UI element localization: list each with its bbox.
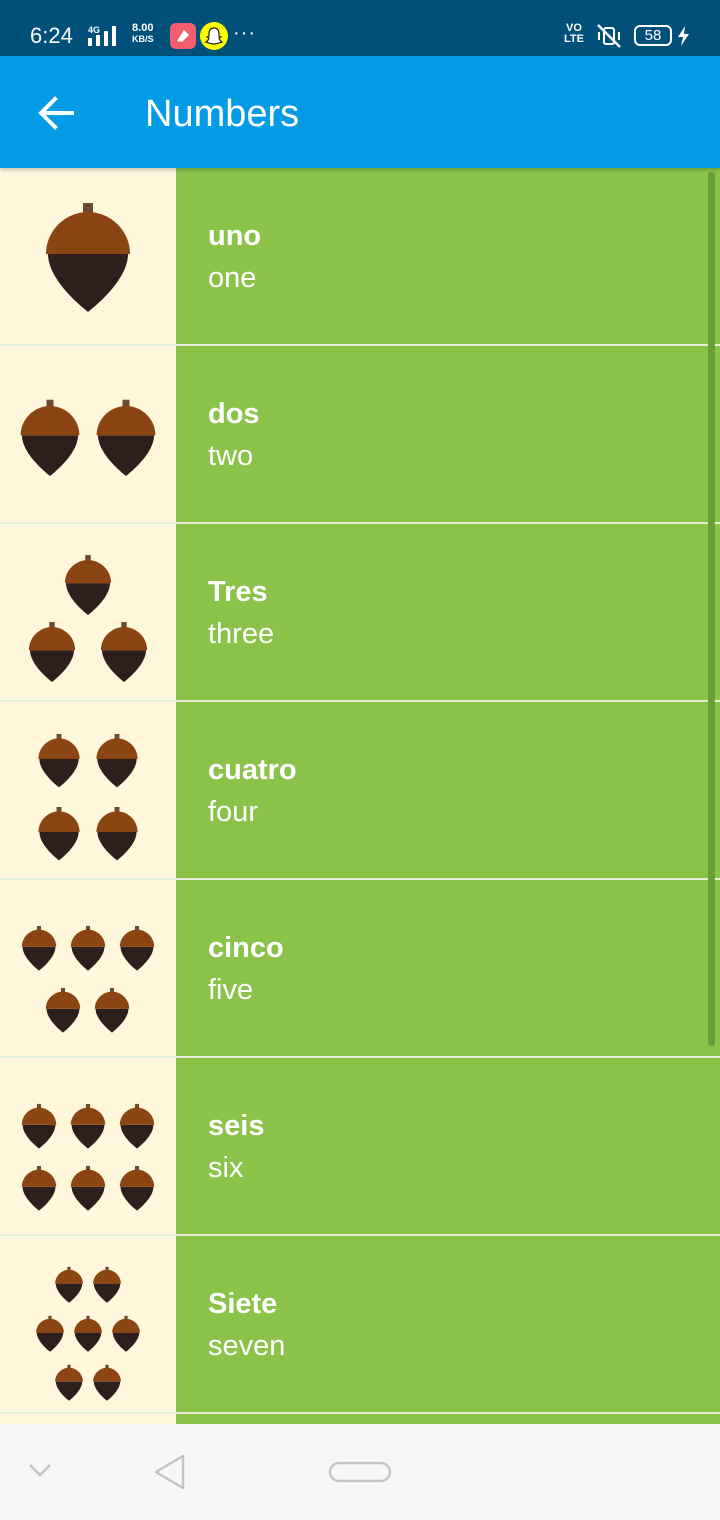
spanish-word: seis [208,1110,265,1142]
english-word: six [208,1152,244,1184]
item-text: seis six [208,1106,264,1190]
english-word: seven [208,1330,286,1362]
app-screen: 6:24 4G 8.00 KB/S ··· VO LTE 58 Numbers … [0,0,720,1520]
item-image [0,168,176,344]
snapchat-icon [200,22,228,50]
spanish-word: cuatro [208,754,297,786]
mute-icon [597,24,621,48]
network-speed: 8.00 KB/S [132,23,154,45]
back-button[interactable] [28,84,84,140]
item-image [0,346,176,522]
volte-bottom: LTE [564,33,584,45]
more-notifications-icon: ··· [233,22,256,44]
item-text: cinco five [208,928,284,1012]
network-speed-unit: KB/S [132,34,154,44]
item-text: uno one [208,216,261,300]
list-item-partial[interactable] [0,1414,720,1424]
item-image [0,880,176,1056]
scrollbar[interactable] [708,172,715,1046]
network-label: 4G [88,25,100,35]
item-image [0,1058,176,1234]
item-image [0,1236,176,1412]
spanish-word: cinco [208,932,284,964]
english-word: five [208,974,254,1006]
app-bar: Numbers [0,56,720,168]
item-image [0,702,176,878]
acorn-icon [36,1266,140,1401]
item-text: Tres three [208,572,274,656]
status-bar: 6:24 4G 8.00 KB/S ··· VO LTE 58 [0,0,720,56]
list-item[interactable]: Tres three [0,524,720,702]
status-time: 6:24 [30,23,73,48]
acorn-icon [21,925,155,1033]
acorn-icon [21,1103,155,1211]
acorn-icon [46,203,130,312]
english-word: one [208,262,257,294]
list-item[interactable]: cinco five [0,880,720,1058]
back-triangle-icon[interactable] [150,1452,190,1492]
arrow-back-icon [38,96,74,130]
item-text: dos two [208,394,260,478]
english-word: four [208,796,258,828]
item-image [0,524,176,700]
network-speed-value: 8.00 [132,22,154,34]
page-title: Numbers [145,93,300,135]
spanish-word: uno [208,220,262,252]
list-item[interactable]: seis six [0,1058,720,1236]
app-notification-icon [170,23,196,49]
signal-icon: 4G [88,25,116,46]
list-item[interactable]: uno one [0,168,720,346]
charging-icon [678,26,689,46]
home-pill-icon[interactable] [328,1460,392,1484]
acorn-icon [38,733,138,861]
spanish-word: dos [208,398,260,430]
navigation-bar [0,1424,720,1520]
english-word: three [208,618,275,650]
item-text: Siete seven [208,1284,285,1368]
acorn-icon [20,399,156,476]
battery-icon: 58 [634,25,672,46]
item-text: cuatro four [208,750,297,834]
number-list[interactable]: uno one dos two Tres three cuatro four cinco five… [0,168,720,1424]
list-item[interactable]: Siete seven [0,1236,720,1414]
volte-indicator: VO LTE [564,23,584,45]
collapse-chevron-icon[interactable] [26,1460,54,1480]
spanish-word: Siete [208,1288,278,1320]
english-word: two [208,440,254,472]
item-image [0,1414,176,1424]
acorn-icon [28,555,148,682]
list-item[interactable]: dos two [0,346,720,524]
list-item[interactable]: cuatro four [0,702,720,880]
spanish-word: Tres [208,576,268,608]
